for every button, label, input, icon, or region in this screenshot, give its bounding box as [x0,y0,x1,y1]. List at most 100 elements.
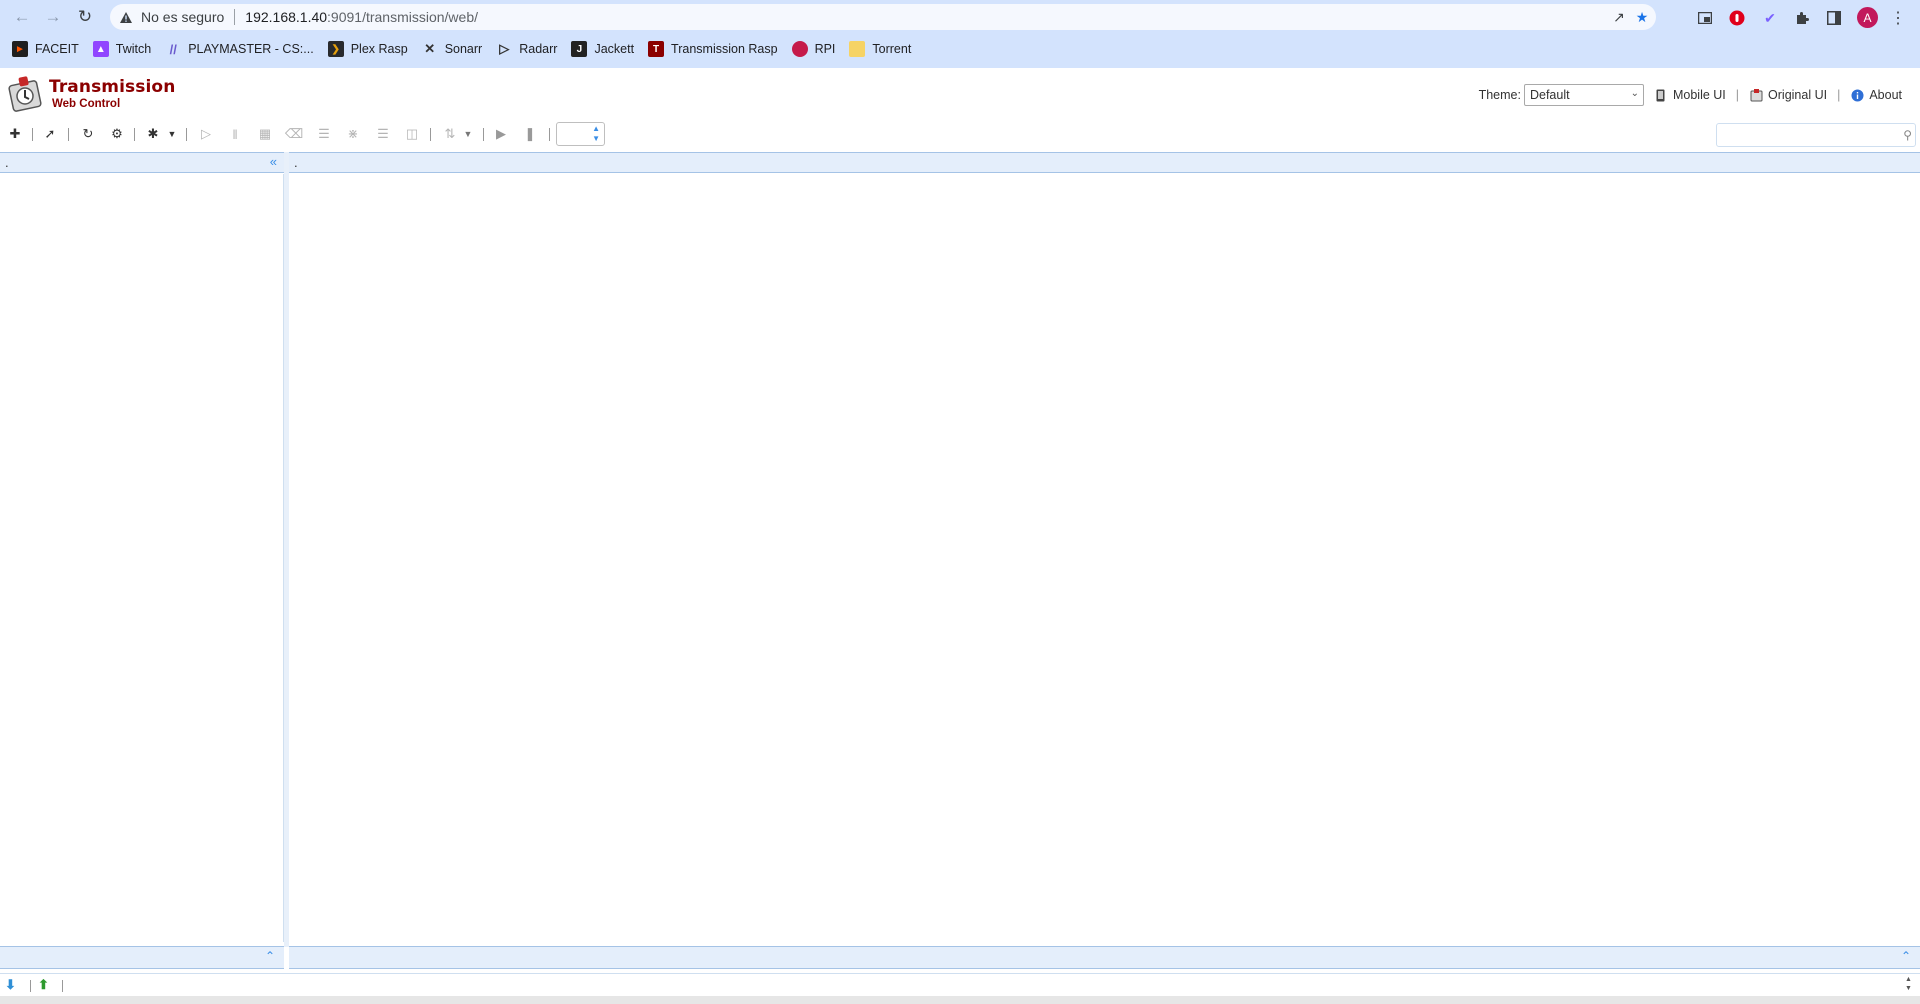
mobile-ui-link[interactable]: Mobile UI [1654,88,1726,102]
bookmark-jackett[interactable]: J Jackett [571,38,634,60]
remove-data-button[interactable]: ☰ [315,125,333,143]
rocket-icon: ➚ [44,126,56,141]
toolbar-divider [430,128,431,141]
torrent-filter-tree[interactable] [0,174,284,942]
profile-avatar[interactable]: A [1857,7,1878,28]
bookmark-label: PLAYMASTER - CS:... [188,42,314,56]
forward-button[interactable]: → [40,5,66,29]
bookmark-label: Transmission Rasp [671,42,778,56]
bookmark-rpi[interactable]: RPI [791,38,836,60]
rocket-button[interactable]: ➚ [41,125,59,143]
collapse-left-icon[interactable]: « [270,154,277,169]
reannounce-button[interactable]: ⋇ [344,125,362,143]
jackett-icon: J [571,41,588,57]
browser-nav-row: ← → ↻ No es seguro 192.168.1.40:9091/tra… [0,0,1920,35]
search-input[interactable]: ⚲ [1716,123,1916,147]
transmission-icon: T [648,41,665,57]
menu-kebab-icon[interactable]: ⋮ [1887,7,1909,29]
trash-icon: ⌫ [284,126,304,141]
settings-button[interactable]: ⚙ [108,125,126,143]
bookmark-twitch[interactable]: ▲ Twitch [92,38,151,60]
start-button[interactable]: ▷ [197,125,215,143]
bookmark-label: Torrent [872,42,912,56]
spinner-up-icon[interactable]: ▲ [592,124,600,133]
status-scroll[interactable]: ▲ ▼ [1904,974,1916,996]
refresh-button[interactable]: ↻ [79,125,97,143]
bookmark-label: Plex Rasp [350,42,408,56]
scroll-up-icon[interactable]: ▲ [1905,976,1912,983]
adblock-icon[interactable] [1726,7,1748,29]
add-torrent-button[interactable]: ✚ [6,125,24,143]
toolbar-divider [549,128,550,141]
main-panel-header: . [289,152,1920,173]
transmission-small-icon [1749,88,1763,102]
details-panel-header: ⌃ [289,946,1920,969]
remove-button[interactable]: ⌫ [285,125,303,143]
faceit-icon: ► [12,41,28,57]
url-host: 192.168.1.40 [245,9,328,25]
bookmark-plex[interactable]: ❯ Plex Rasp [327,38,408,60]
pause-button[interactable]: ‖ [226,125,244,143]
pause-all-button[interactable]: ❚ [521,125,539,143]
mobile-ui-label: Mobile UI [1672,88,1726,102]
bookmark-torrent[interactable]: Torrent [849,38,911,60]
plugins-button[interactable]: ✱ [144,125,162,143]
queue-dropdown-button[interactable]: ▼ [459,125,477,143]
speed-limit-spinner[interactable]: ▲ ▼ [556,122,605,146]
start-all-button[interactable]: ▶ [492,125,510,143]
theme-select[interactable]: Default ⌄ [1523,84,1644,106]
pause-box-icon: ‖ [232,126,238,142]
url-text[interactable]: 192.168.1.40:9091/transmission/web/ [245,9,478,25]
scroll-down-icon[interactable]: ▼ [1905,985,1912,992]
status-divider [62,980,63,992]
queue-move-button[interactable]: ⇅ [441,125,459,143]
extensions-puzzle-icon[interactable] [1791,7,1813,29]
picture-in-picture-icon[interactable] [1694,7,1716,29]
trash-stack-icon: ☰ [318,126,330,141]
left-panel-header: . « [0,152,284,173]
bookmark-transmission[interactable]: T Transmission Rasp [648,38,778,60]
security-label[interactable]: No es seguro [141,9,224,25]
bookmark-star-icon[interactable]: ★ [1633,9,1651,25]
app-title: Transmission [49,77,176,97]
transmission-page: Transmission Web Control Theme: Default … [0,68,1920,1004]
torrent-list[interactable] [289,174,1920,942]
sonarr-icon: ✕ [424,41,436,56]
bookmark-faceit[interactable]: ► FACEIT [12,38,79,60]
side-panel-icon[interactable] [1823,7,1845,29]
main-toolbar: ✚ ➚ ↻ ⚙ ✱ ▼ ▷ ‖ ▦ ⌫ ☰ ⋇ ☰ ◫ ⇅ ▼ ▶ ❚ [0,120,1920,148]
about-link[interactable]: About [1850,88,1902,102]
original-ui-link[interactable]: Original UI [1749,88,1827,102]
pause-circle-icon: ❚ [524,126,536,141]
bookmark-radarr[interactable]: ▷ Radarr [496,38,557,60]
extension-feather-icon[interactable]: ✔ [1759,7,1781,29]
bookmark-sonarr[interactable]: ✕ Sonarr [422,38,482,60]
back-button[interactable]: ← [9,5,35,29]
bookmark-playmaster[interactable]: // PLAYMASTER - CS:... [165,38,314,60]
plugins-dropdown-button[interactable]: ▼ [163,125,181,143]
bookmark-label: Radarr [519,42,558,56]
broadcast-icon: ⋇ [347,126,359,141]
expand-details-icon[interactable]: ⌃ [1901,949,1911,963]
toolbar-divider [68,128,69,141]
url-path: :9091/transmission/web/ [327,9,478,25]
verify-button[interactable]: ◫ [403,125,421,143]
original-ui-label: Original UI [1768,88,1828,102]
list-button[interactable]: ☰ [374,125,392,143]
edit-button[interactable]: ▦ [256,125,274,143]
gear-icon: ⚙ [111,126,123,141]
chart-icon: ▦ [258,126,272,141]
playmaster-icon: // [169,41,177,57]
bookmark-label: RPI [814,42,836,56]
caret-down-icon: ▼ [167,129,177,139]
refresh-icon: ↻ [82,126,94,141]
left-panel-title: . [5,155,9,170]
share-icon[interactable]: ↗ [1610,9,1628,25]
raspberry-icon [791,41,808,57]
expand-up-icon[interactable]: ⌃ [265,949,275,963]
link-divider: | [1735,88,1740,102]
reload-button[interactable]: ↻ [72,5,98,29]
address-bar[interactable]: No es seguro 192.168.1.40:9091/transmiss… [110,4,1656,30]
spinner-down-icon[interactable]: ▼ [592,134,600,143]
status-divider [30,980,31,992]
